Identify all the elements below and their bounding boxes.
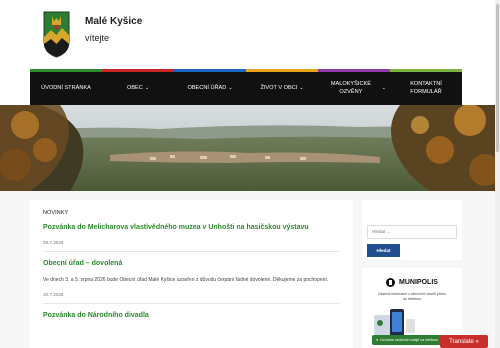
- search-input[interactable]: [367, 224, 457, 239]
- nav-item-label: ÚVODNÍ STRÁNKA: [41, 84, 91, 91]
- news-post: Pozvánka do Národního divadla: [43, 312, 340, 334]
- post-title-link[interactable]: Pozvánka do Melicharova vlastivědného mu…: [43, 224, 340, 231]
- munipolis-name: MUNIPOLIS: [399, 279, 438, 286]
- nav-item-home[interactable]: ÚVODNÍ STRÁNKA: [30, 72, 102, 105]
- nav-item-label: ŽIVOT V OBCI: [260, 84, 298, 91]
- nav-menu: ÚVODNÍ STRÁNKA OBEC ⌄ OBECNÍ ÚŘAD ⌄ ŽIVOT …: [30, 72, 462, 105]
- post-date: 29.7.2026: [43, 240, 64, 245]
- sidebar: Hledat MUNIPOLIS Zdarma informace z obec…: [362, 200, 462, 348]
- chevron-down-icon: ⌄: [144, 85, 150, 92]
- news-post: Pozvánka do Melicharova vlastivědného mu…: [43, 224, 340, 252]
- nav-item-label: KONTAKTNÍ FORMULÁŘ: [410, 80, 442, 95]
- munipolis-description: Zdarma informace z obecních úřadů přímo …: [378, 292, 446, 302]
- post-date: 10.7.2026: [43, 292, 64, 297]
- nav-item-label: OBEC: [126, 84, 143, 91]
- nav-item-kontakt[interactable]: KONTAKTNÍ FORMULÁŘ: [390, 72, 462, 105]
- chevron-down-icon: ⌄: [228, 85, 233, 92]
- gdpr-consent-button[interactable]: ● Ochrana osobních údajů na telefonu: [372, 335, 442, 345]
- nav-item-obec[interactable]: OBEC ⌄: [102, 72, 174, 105]
- post-title-link[interactable]: Pozvánka do Národního divadla: [43, 312, 340, 319]
- search-widget: Hledat: [362, 200, 462, 260]
- shield-icon: ●: [375, 338, 379, 342]
- nav-item-zivot-v-obci[interactable]: ŽIVOT V OBCI ⌄: [246, 72, 318, 105]
- chevron-down-icon: ⌄: [299, 85, 304, 92]
- translate-button[interactable]: Translate »: [440, 335, 488, 348]
- nav-item-label: MALOKYŠICKÉ OZVĚNY: [330, 80, 371, 95]
- news-post: Obecní úřad – dovolená Ve dnech 3. a 5. …: [43, 260, 340, 304]
- site-header: Malé Kyšice vítejte: [0, 0, 500, 70]
- site-tagline: vítejte: [85, 33, 110, 43]
- gdpr-label: Ochrana osobních údajů na telefonu: [380, 338, 439, 342]
- munipolis-icon: [386, 278, 396, 287]
- nav-item-obecni-urad[interactable]: OBECNÍ ÚŘAD ⌄: [174, 72, 246, 105]
- site-name[interactable]: Malé Kyšice: [85, 16, 142, 27]
- coat-of-arms-icon[interactable]: [43, 11, 70, 58]
- section-title: NOVINKY: [43, 210, 69, 216]
- chevron-down-icon: ⌄: [381, 85, 386, 92]
- search-button[interactable]: Hledat: [367, 243, 400, 257]
- hero-banner-image: [0, 105, 500, 191]
- page-scrollbar[interactable]: [495, 0, 500, 348]
- scrollbar-thumb[interactable]: [496, 4, 499, 152]
- munipolis-logo: MUNIPOLIS: [368, 278, 456, 287]
- post-title-link[interactable]: Obecní úřad – dovolená: [43, 260, 340, 267]
- phone-illustration-icon: [374, 309, 415, 337]
- nav-item-label: OBECNÍ ÚŘAD: [187, 84, 227, 91]
- post-excerpt: Ve dnech 3. a 5. srpna 2026 bude Obecní …: [43, 277, 329, 283]
- nav-item-ozveny[interactable]: MALOKYŠICKÉ OZVĚNY ⌄: [318, 72, 390, 105]
- news-section: NOVINKY Pozvánka do Melicharova vlastivě…: [30, 200, 353, 348]
